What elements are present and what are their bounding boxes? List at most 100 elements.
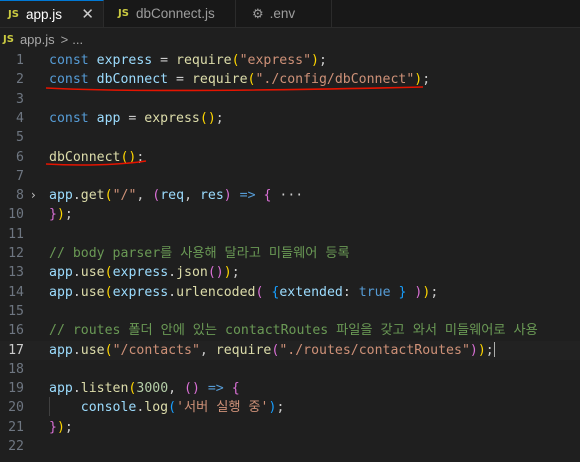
code-token: app bbox=[49, 188, 73, 204]
code-token: "/contacts" bbox=[112, 342, 200, 358]
code-text: const app = express(); bbox=[49, 109, 224, 128]
code-token: "express" bbox=[239, 53, 312, 68]
code-line[interactable]: 1 const express = require("express"); bbox=[0, 51, 580, 70]
line-number: 3 bbox=[16, 91, 24, 107]
code-token: const bbox=[49, 53, 97, 68]
code-token: ; bbox=[485, 342, 494, 358]
code-token: ; bbox=[215, 110, 224, 126]
tab-bar: JS app.js ✕ JS dbConnect.js ⚙ .env bbox=[0, 0, 580, 28]
code-token: ; bbox=[64, 207, 73, 223]
code-line[interactable]: 4 const app = express(); bbox=[0, 109, 580, 128]
code-token: app bbox=[49, 381, 73, 397]
text-cursor bbox=[493, 342, 495, 357]
code-text: const dbConnect = require("./config/dbCo… bbox=[49, 70, 430, 89]
code-token: ; bbox=[319, 53, 327, 68]
tab-env[interactable]: ⚙ .env bbox=[236, 0, 332, 27]
code-line[interactable]: 6 dbConnect(); bbox=[0, 148, 580, 167]
code-token: app bbox=[96, 110, 121, 126]
code-line[interactable]: 22 bbox=[0, 437, 580, 456]
code-line[interactable]: 18 bbox=[0, 360, 580, 379]
code-line[interactable]: 2 const dbConnect = require("./config/dbC… bbox=[0, 70, 580, 89]
code-token: "./config/dbConnect" bbox=[255, 72, 415, 88]
code-token: express bbox=[144, 110, 200, 126]
code-line[interactable]: 20 console.log('서버 실행 중'); bbox=[0, 398, 580, 417]
code-token: express bbox=[112, 284, 169, 300]
code-token: { bbox=[231, 381, 240, 397]
code-token: = bbox=[120, 110, 145, 126]
code-text: }); bbox=[49, 205, 73, 224]
code-token: = bbox=[152, 53, 177, 68]
code-line[interactable]: 12 // body parser를 사용해 달라고 미들웨어 등록 bbox=[0, 244, 580, 263]
code-line[interactable]: 21}); bbox=[0, 418, 580, 437]
code-token: => bbox=[199, 381, 232, 397]
close-icon[interactable]: ✕ bbox=[81, 5, 94, 23]
code-line[interactable]: 5 bbox=[0, 128, 580, 147]
line-number: 17 bbox=[8, 342, 24, 358]
code-token: 3000 bbox=[136, 381, 169, 397]
code-token: ) bbox=[223, 188, 232, 204]
code-text: app.listen(3000, () => { bbox=[49, 379, 240, 398]
code-token: . bbox=[72, 381, 81, 397]
line-number: 16 bbox=[8, 323, 24, 339]
code-token: ( bbox=[231, 53, 240, 68]
code-token: . bbox=[168, 265, 177, 281]
code-token: ( bbox=[104, 284, 113, 300]
code-token: res bbox=[199, 188, 224, 204]
code-editor[interactable]: 1 const express = require("express"); 2 con… bbox=[0, 50, 580, 462]
line-number: 1 bbox=[16, 53, 24, 68]
code-line[interactable]: 10}); bbox=[0, 205, 580, 224]
code-token: ) bbox=[56, 207, 65, 223]
code-line[interactable]: 8 › app.get("/", (req, res) => { ··· bbox=[0, 186, 580, 205]
code-token: . bbox=[72, 284, 81, 300]
code-token: require bbox=[215, 342, 272, 358]
code-token: . bbox=[72, 265, 81, 281]
code-line[interactable]: 15 bbox=[0, 302, 580, 321]
code-text: }); bbox=[49, 418, 73, 437]
code-token: ) bbox=[469, 342, 478, 358]
fold-chevron-icon[interactable]: › bbox=[31, 186, 36, 205]
code-token: () bbox=[207, 265, 224, 281]
code-text: app.use(express.json()); bbox=[49, 263, 240, 282]
code-token: ; bbox=[430, 284, 439, 300]
code-text: dbConnect(); bbox=[49, 148, 144, 167]
code-line[interactable]: 19 app.listen(3000, () => { bbox=[0, 379, 580, 398]
code-token: true bbox=[358, 284, 391, 300]
code-token: log bbox=[144, 400, 169, 416]
code-line[interactable]: 16 // routes 폴더 안에 있는 contactRoutes 파일을 갖… bbox=[0, 321, 580, 340]
js-file-icon: JS bbox=[3, 33, 14, 45]
code-token: . bbox=[168, 284, 177, 300]
line-number: 21 bbox=[8, 419, 24, 435]
breadcrumb-file[interactable]: app.js bbox=[20, 32, 55, 47]
line-number: 6 bbox=[16, 149, 24, 165]
code-line[interactable]: 7 bbox=[0, 167, 580, 186]
tab-dbconnect-js[interactable]: JS dbConnect.js bbox=[104, 0, 236, 27]
code-token: } bbox=[49, 207, 57, 223]
code-token: () bbox=[199, 110, 216, 126]
line-number: 11 bbox=[8, 226, 24, 242]
code-token: => bbox=[231, 188, 264, 204]
code-line[interactable]: 3 bbox=[0, 90, 580, 109]
breadcrumb-rest[interactable]: ... bbox=[72, 32, 83, 47]
code-line[interactable]: 17 app.use("/contacts", require("./routes… bbox=[0, 340, 580, 360]
tab-label: app.js bbox=[25, 6, 62, 22]
code-token: req bbox=[160, 188, 185, 204]
code-token: express bbox=[112, 265, 169, 281]
line-number: 19 bbox=[8, 381, 24, 397]
code-text: const express = require("express"); bbox=[49, 51, 327, 70]
code-text: console.log('서버 실행 중'); bbox=[49, 398, 285, 417]
code-line[interactable]: 13 app.use(express.json()); bbox=[0, 263, 580, 282]
code-token: ) bbox=[223, 265, 232, 281]
code-token: urlencoded bbox=[176, 284, 256, 300]
line-number: 15 bbox=[8, 303, 24, 319]
code-token: app bbox=[49, 342, 73, 358]
line-number: 7 bbox=[16, 168, 24, 184]
tab-app-js[interactable]: JS app.js ✕ bbox=[0, 0, 104, 27]
code-line[interactable]: 14 app.use(express.urlencoded( {extended:… bbox=[0, 283, 580, 302]
code-token: , bbox=[184, 188, 200, 204]
code-token: . bbox=[72, 188, 81, 204]
tab-label: .env bbox=[269, 6, 296, 21]
breadcrumb-separator: > bbox=[60, 31, 69, 47]
code-token: ; bbox=[136, 149, 145, 165]
code-line[interactable]: 11 bbox=[0, 225, 580, 244]
code-token: require bbox=[176, 53, 232, 68]
